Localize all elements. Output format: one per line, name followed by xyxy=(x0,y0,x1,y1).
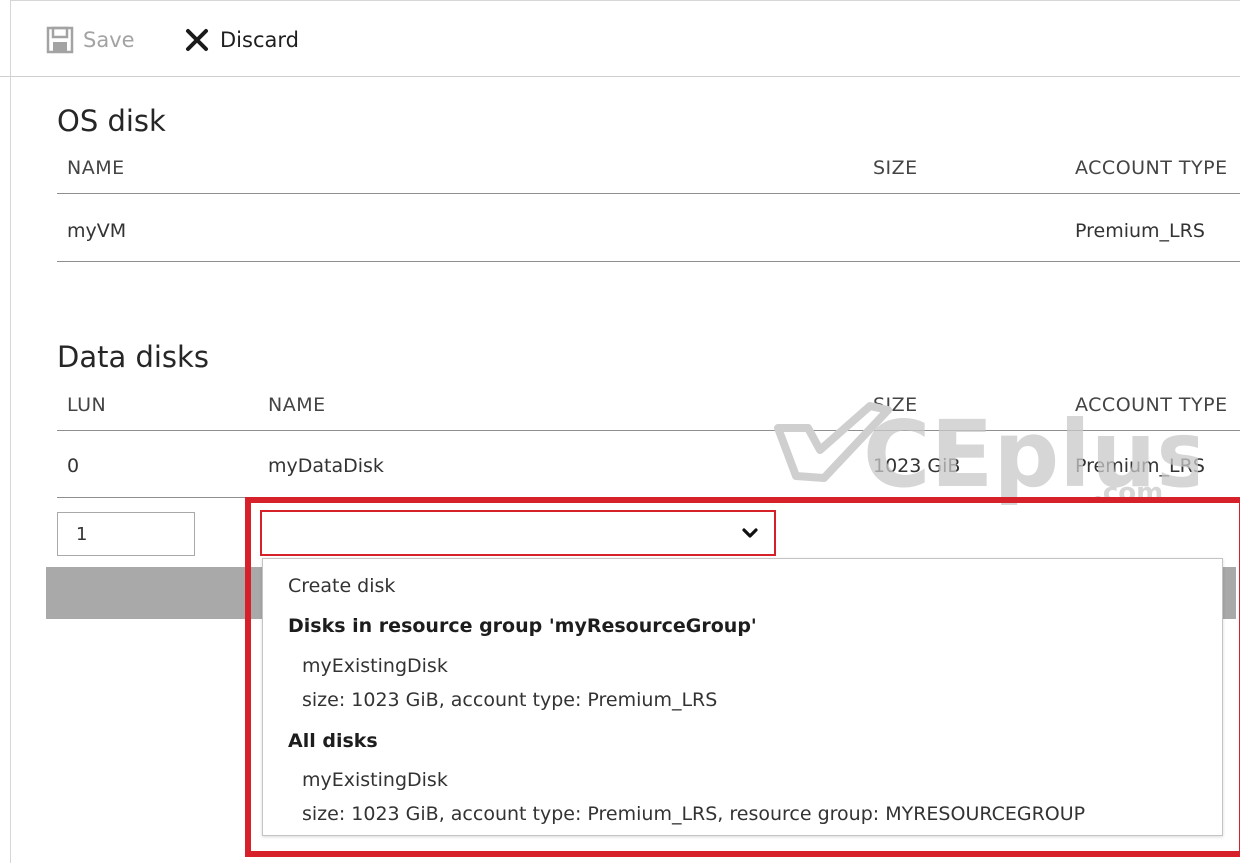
os-disk-title: OS disk xyxy=(57,104,166,138)
data-disks-title: Data disks xyxy=(57,340,209,374)
data-disks-header-size: SIZE xyxy=(873,394,918,416)
data-disks-header-name: NAME xyxy=(268,394,326,416)
os-disk-header-size: SIZE xyxy=(873,157,918,179)
save-button[interactable]: Save xyxy=(45,24,135,56)
data-disks-header-lun: LUN xyxy=(67,394,107,416)
os-disk-header-account-type: ACCOUNT TYPE xyxy=(1075,157,1228,179)
discard-button[interactable]: Discard xyxy=(182,24,299,56)
os-disk-header-name: NAME xyxy=(67,157,125,179)
discard-button-label: Discard xyxy=(220,28,299,52)
data-disk-name: myDataDisk xyxy=(268,455,384,477)
highlight-box xyxy=(245,497,1240,857)
data-disk-lun: 0 xyxy=(67,455,80,477)
divider xyxy=(57,261,1240,262)
os-disk-account-type: Premium_LRS xyxy=(1075,220,1205,242)
save-button-label: Save xyxy=(83,28,135,52)
save-icon xyxy=(45,25,75,55)
lun-input[interactable] xyxy=(57,512,195,556)
toolbar: Save Discard xyxy=(0,0,1240,77)
os-disk-name: myVM xyxy=(67,220,127,242)
divider xyxy=(57,193,1240,194)
data-disk-account-type: Premium_LRS xyxy=(1075,455,1205,477)
data-disks-header-account-type: ACCOUNT TYPE xyxy=(1075,394,1228,416)
divider xyxy=(57,497,247,498)
divider xyxy=(57,430,1240,431)
data-disk-size: 1023 GiB xyxy=(873,455,961,477)
close-icon xyxy=(182,25,212,55)
